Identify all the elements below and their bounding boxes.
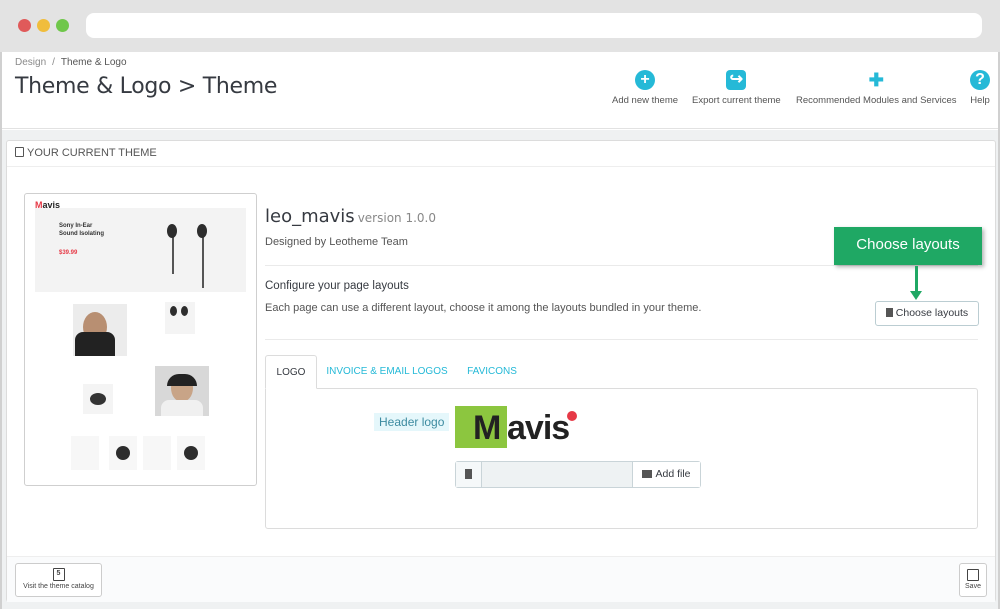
theme-name: leo_mavis version 1.0.0	[265, 206, 436, 227]
logo-m-block: M	[455, 406, 507, 448]
content-area: YOUR CURRENT THEME Mavis Sony In-Ear Soun…	[2, 130, 998, 609]
logo-red-dot	[567, 411, 577, 421]
recommended-modules-label: Recommended Modules and Services	[796, 95, 957, 106]
logo-tab-panel: Header logo M avis Add file	[265, 388, 978, 529]
help-button[interactable]: ? Help	[970, 70, 990, 106]
layouts-description: Each page can use a different layout, ch…	[265, 302, 702, 314]
tab-favicons[interactable]: FAVICONS	[459, 355, 525, 389]
divider	[265, 265, 978, 266]
callout-arrow-head	[910, 291, 922, 300]
panel-heading: YOUR CURRENT THEME	[7, 141, 995, 167]
share-icon: ↪	[726, 70, 747, 90]
theme-preview-thumbnail: Mavis Sony In-Ear Sound Isolating $39.99	[24, 193, 257, 486]
thumbnail-grid-2	[109, 436, 137, 470]
breadcrumb-separator: /	[52, 57, 55, 68]
browser-chrome	[0, 0, 1000, 52]
logo-wordmark: avis	[507, 409, 570, 447]
admin-window: Design / Theme & Logo Theme & Logo > Theme…	[0, 52, 1000, 609]
callout-arrow-line	[915, 266, 918, 293]
add-file-button[interactable]: Add file	[632, 462, 700, 487]
close-window-button[interactable]	[18, 19, 31, 32]
add-circle-icon: +	[635, 70, 655, 90]
thumbnail-grid-4	[177, 436, 205, 470]
address-bar[interactable]	[86, 13, 982, 38]
thumbnail-grid-1	[71, 436, 99, 470]
minimize-window-button[interactable]	[37, 19, 50, 32]
thumbnail-hero-title: Sony In-Ear Sound Isolating	[59, 223, 104, 237]
choose-layouts-callout: Choose layouts	[834, 227, 982, 265]
folder-open-icon	[642, 470, 653, 478]
divider	[265, 339, 978, 340]
page-title: Theme & Logo > Theme	[15, 74, 278, 99]
export-theme-label: Export current theme	[692, 95, 781, 106]
add-new-theme-button[interactable]: + Add new theme	[612, 70, 678, 106]
export-theme-button[interactable]: ↪ Export current theme	[692, 70, 781, 106]
visit-theme-catalog-button[interactable]: 5 Visit the theme catalog	[15, 563, 102, 597]
puzzle-piece-icon: ✚	[868, 70, 884, 90]
save-label: Save	[965, 583, 981, 590]
html5-icon	[15, 147, 24, 157]
breadcrumb-current: Theme & Logo	[60, 57, 127, 68]
choose-layouts-button[interactable]: Choose layouts	[875, 301, 979, 326]
help-icon: ?	[970, 70, 990, 90]
add-new-theme-label: Add new theme	[612, 95, 679, 106]
file-icon	[456, 462, 482, 487]
add-file-label: Add file	[655, 468, 691, 480]
header-logo-label: Header logo	[374, 413, 450, 431]
recommended-modules-button[interactable]: ✚ Recommended Modules and Services	[796, 70, 957, 106]
earbud-left	[167, 224, 177, 238]
file-icon	[885, 308, 893, 317]
thumbnail-product-1	[73, 304, 127, 356]
header-logo-file-input[interactable]: Add file	[455, 461, 701, 488]
thumbnail-grid-3	[143, 436, 171, 470]
theme-name-text: leo_mavis	[265, 206, 355, 227]
layouts-title: Configure your page layouts	[265, 280, 409, 292]
thumbnail-hero-banner: Sony In-Ear Sound Isolating $39.99	[35, 208, 246, 292]
breadcrumb: Design / Theme & Logo	[15, 57, 127, 68]
current-theme-panel: YOUR CURRENT THEME Mavis Sony In-Ear Soun…	[6, 140, 996, 602]
save-button[interactable]: Save	[959, 563, 987, 597]
theme-version: version 1.0.0	[357, 211, 436, 225]
panel-footer: 5 Visit the theme catalog Save	[7, 556, 995, 602]
thumbnail-product-4	[155, 366, 209, 416]
header-logo-image: M avis	[455, 406, 601, 448]
thumbnail-product-2	[165, 302, 195, 334]
theme-author: Designed by Leotheme Team	[265, 236, 408, 248]
help-label: Help	[970, 95, 990, 106]
maximize-window-button[interactable]	[56, 19, 69, 32]
choose-layouts-label: Choose layouts	[895, 307, 969, 319]
earbud-right	[197, 224, 207, 238]
panel-heading-label: YOUR CURRENT THEME	[27, 147, 157, 159]
thumbnail-product-3	[83, 384, 113, 414]
page-header: Design / Theme & Logo Theme & Logo > Theme…	[2, 52, 998, 129]
tab-logo[interactable]: LOGO	[265, 355, 317, 389]
html5-icon: 5	[52, 568, 65, 581]
thumbnail-hero-price: $39.99	[59, 250, 78, 256]
tab-invoice-email-logos[interactable]: INVOICE & EMAIL LOGOS	[325, 355, 449, 389]
breadcrumb-design[interactable]: Design	[15, 57, 46, 68]
save-icon	[967, 569, 979, 581]
visit-theme-catalog-label: Visit the theme catalog	[23, 583, 94, 590]
